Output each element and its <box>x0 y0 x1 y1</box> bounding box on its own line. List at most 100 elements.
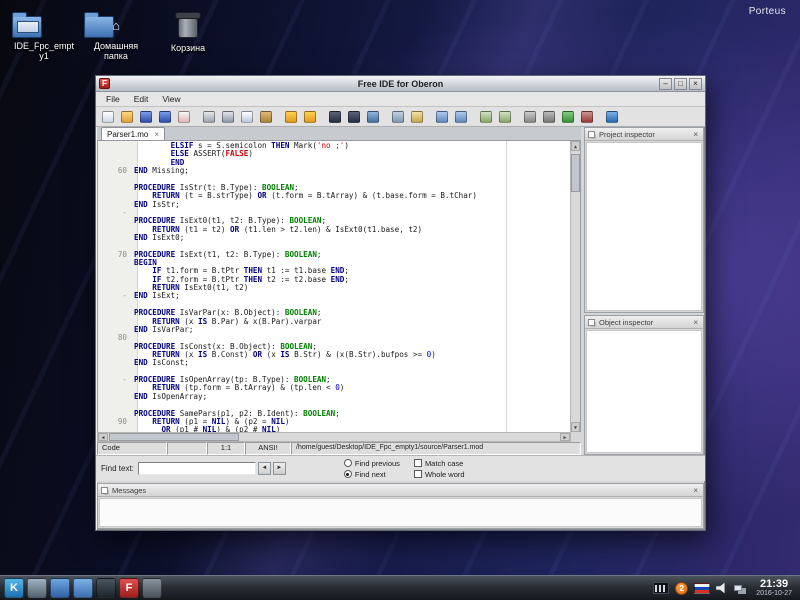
scroll-down-icon[interactable]: ▼ <box>571 422 580 432</box>
clock[interactable]: 21:39 2016-10-27 <box>756 578 792 598</box>
uncomment-icon <box>499 111 511 123</box>
code-line[interactable]: 60END Missing; <box>98 167 570 175</box>
tab-close-icon[interactable]: × <box>154 130 159 139</box>
close-file-icon <box>178 111 190 123</box>
home-icon[interactable] <box>73 578 93 598</box>
code-editor[interactable]: ELSIF s = S.semicolon THEN Mark('no ;') … <box>97 141 581 432</box>
undo-button[interactable] <box>282 108 300 125</box>
goto-line-button[interactable] <box>389 108 407 125</box>
checkbox-icon <box>414 470 422 478</box>
system-monitor-icon[interactable] <box>653 582 669 594</box>
editor-horizontal-scrollbar[interactable]: ◄ ► <box>97 432 571 442</box>
radio-label: Find next <box>355 470 386 479</box>
save-all-button[interactable] <box>156 108 174 125</box>
ide-window: F Free IDE for Oberon – □ × File Edit Vi… <box>95 75 706 531</box>
code-line[interactable]: END IsVarPar; <box>98 326 570 334</box>
minimize-button[interactable]: – <box>659 78 672 90</box>
find-direction-radio[interactable]: Find next <box>344 469 400 479</box>
menu-edit[interactable]: Edit <box>127 93 156 105</box>
find-back-button[interactable]: ◄ <box>258 462 271 475</box>
desktop-icon-home[interactable]: Домашняя папка <box>84 16 148 61</box>
file-manager-icon[interactable] <box>50 578 70 598</box>
unindent-icon <box>455 111 467 123</box>
network-icon[interactable] <box>734 585 742 591</box>
code-line[interactable]: END IsOpenArray; <box>98 393 570 401</box>
messages-header[interactable]: Messages × <box>98 484 703 497</box>
run-button[interactable] <box>559 108 577 125</box>
find-input[interactable] <box>138 462 256 475</box>
save-button[interactable] <box>137 108 155 125</box>
messages-body[interactable] <box>99 498 702 527</box>
code-line[interactable]: -END IsExt; <box>98 292 570 300</box>
find-button[interactable] <box>326 108 344 125</box>
editor-vertical-scrollbar[interactable]: ▲ ▼ <box>570 141 580 432</box>
indent-button[interactable] <box>433 108 451 125</box>
find-direction-radio[interactable]: Find previous <box>344 458 400 468</box>
status-extra <box>167 442 207 455</box>
new-file-button[interactable] <box>99 108 117 125</box>
unindent-button[interactable] <box>452 108 470 125</box>
toolbar <box>96 107 705 127</box>
project-inspector-body[interactable] <box>586 142 702 311</box>
scrollbar-thumb[interactable] <box>109 433 239 441</box>
close-button[interactable]: × <box>689 78 702 90</box>
menu-view[interactable]: View <box>155 93 187 105</box>
system-tray: 2 <box>647 582 746 595</box>
volume-icon[interactable] <box>716 582 728 594</box>
close-icon[interactable]: × <box>691 318 700 327</box>
save-icon <box>140 111 152 123</box>
close-icon[interactable]: × <box>691 130 700 139</box>
terminal-icon[interactable] <box>96 578 116 598</box>
bookmark-button[interactable] <box>408 108 426 125</box>
window-titlebar[interactable]: F Free IDE for Oberon – □ × <box>96 76 705 92</box>
close-icon[interactable]: × <box>691 486 700 495</box>
code-line[interactable]: 70PROCEDURE IsExt(t1, t2: B.Type): BOOLE… <box>98 251 570 259</box>
indent-icon <box>436 111 448 123</box>
find-next-button[interactable] <box>345 108 363 125</box>
find-forward-button[interactable]: ► <box>273 462 286 475</box>
object-inspector-body[interactable] <box>586 330 702 453</box>
compile-button[interactable] <box>521 108 539 125</box>
tab-parser1[interactable]: Parser1.mo × <box>101 127 165 140</box>
kmenu-icon[interactable]: K <box>4 578 24 598</box>
object-inspector-title: Object inspector <box>599 318 691 327</box>
scroll-right-icon[interactable]: ► <box>560 433 570 441</box>
build-button[interactable] <box>540 108 558 125</box>
folder-icon <box>12 16 42 38</box>
comment-button[interactable] <box>477 108 495 125</box>
code-line[interactable]: END IsStr; <box>98 201 570 209</box>
menu-bar: File Edit View <box>96 92 705 107</box>
debug-button[interactable] <box>578 108 596 125</box>
settings-icon[interactable] <box>142 578 162 598</box>
maximize-button[interactable]: □ <box>674 78 687 90</box>
open-file-button[interactable] <box>118 108 136 125</box>
menu-file[interactable]: File <box>99 93 127 105</box>
find-option-checkbox[interactable]: Match case <box>414 458 465 468</box>
desktop-icon-trash[interactable]: Корзина <box>156 14 220 53</box>
uncomment-button[interactable] <box>496 108 514 125</box>
copy-button[interactable] <box>238 108 256 125</box>
scroll-up-icon[interactable]: ▲ <box>571 141 580 151</box>
options-button[interactable] <box>603 108 621 125</box>
redo-button[interactable] <box>301 108 319 125</box>
cut-button[interactable] <box>219 108 237 125</box>
scroll-left-icon[interactable]: ◄ <box>98 433 108 441</box>
project-inspector-header[interactable]: Project inspector × <box>585 128 703 141</box>
find-option-checkbox[interactable]: Whole word <box>414 469 465 479</box>
clipboard-badge-icon[interactable]: 2 <box>675 582 688 595</box>
comment-icon <box>480 111 492 123</box>
code-line[interactable]: END IsConst; <box>98 359 570 367</box>
print-icon <box>203 111 215 123</box>
oberon-ide-icon[interactable]: F <box>119 578 139 598</box>
object-inspector-header[interactable]: Object inspector × <box>585 316 703 329</box>
code-line[interactable]: END IsExt0; <box>98 234 570 242</box>
paste-button[interactable] <box>257 108 275 125</box>
keyboard-layout-icon[interactable] <box>694 583 710 594</box>
scrollbar-thumb[interactable] <box>571 154 580 192</box>
replace-button[interactable] <box>364 108 382 125</box>
show-desktop-icon[interactable] <box>27 578 47 598</box>
close-file-button[interactable] <box>175 108 193 125</box>
desktop-icon-ide-project[interactable]: IDE_Fpc_empty1 <box>12 16 76 61</box>
bookmark-icon <box>411 111 423 123</box>
print-button[interactable] <box>200 108 218 125</box>
